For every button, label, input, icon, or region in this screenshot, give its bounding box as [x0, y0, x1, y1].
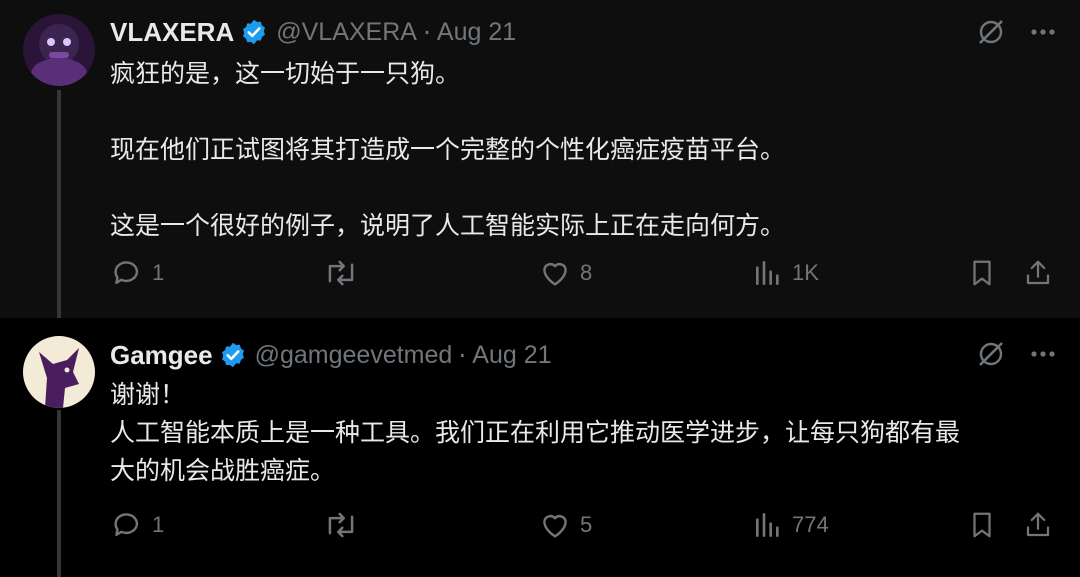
handle[interactable]: @VLAXERA: [276, 18, 417, 47]
handle[interactable]: @gamgeevetmed: [255, 341, 453, 370]
grok-icon[interactable]: [976, 17, 1006, 47]
tweet-text: 疯狂的是，这一切始于一只狗。 现在他们正试图将其打造成一个完整的个性化癌症疫苗平…: [110, 59, 786, 240]
bookmark-button[interactable]: [967, 256, 997, 290]
views-button[interactable]: 774: [752, 508, 829, 542]
like-button[interactable]: 8: [538, 256, 592, 290]
tweet-actions: 1 5 774: [110, 508, 1060, 548]
views-button[interactable]: 1K: [752, 256, 819, 290]
more-icon[interactable]: [1028, 339, 1058, 369]
reply-button[interactable]: 1: [110, 508, 164, 542]
bookmark-icon: [967, 256, 997, 290]
timestamp[interactable]: Aug 21: [472, 341, 551, 370]
like-count: 8: [580, 260, 593, 285]
like-count: 5: [580, 512, 593, 537]
views-icon: [752, 256, 784, 290]
display-name[interactable]: Gamgee: [110, 340, 213, 371]
more-icon[interactable]: [1028, 17, 1058, 47]
avatar-gamgee[interactable]: [23, 336, 95, 408]
display-name[interactable]: VLAXERA: [110, 17, 234, 48]
retweet-button[interactable]: [323, 508, 359, 542]
reply-button[interactable]: 1: [110, 256, 164, 290]
separator: ·: [458, 340, 467, 370]
verified-badge-icon: [219, 341, 247, 369]
reply-count: 1: [152, 512, 165, 537]
retweet-icon: [323, 256, 359, 290]
bookmark-icon: [967, 508, 997, 542]
views-icon: [752, 508, 784, 542]
timestamp[interactable]: Aug 21: [437, 18, 516, 47]
share-button[interactable]: [1023, 256, 1053, 290]
views-count: 1K: [792, 260, 819, 285]
grok-icon[interactable]: [976, 339, 1006, 369]
thread-line: [57, 410, 61, 577]
reply-icon: [110, 256, 144, 290]
bookmark-button[interactable]: [967, 508, 997, 542]
tweet-header: VLAXERA @VLAXERA · Aug 21: [110, 14, 516, 50]
avatar-vlaxera[interactable]: [23, 14, 95, 86]
share-button[interactable]: [1023, 508, 1053, 542]
retweet-icon: [323, 508, 359, 542]
views-count: 774: [792, 512, 829, 537]
share-icon: [1023, 256, 1053, 290]
like-icon: [538, 508, 572, 542]
tweet-actions: 1 8 1K: [110, 256, 1060, 296]
verified-badge-icon: [240, 18, 268, 46]
retweet-button[interactable]: [323, 256, 359, 290]
reply-icon: [110, 508, 144, 542]
like-button[interactable]: 5: [538, 508, 592, 542]
separator: ·: [422, 17, 431, 47]
thread-line: [57, 90, 61, 318]
tweet-header: Gamgee @gamgeevetmed · Aug 21: [110, 337, 552, 373]
tweet-top-actions: [976, 339, 1058, 369]
like-icon: [538, 256, 572, 290]
share-icon: [1023, 508, 1053, 542]
tweet-top-actions: [976, 17, 1058, 47]
reply-count: 1: [152, 260, 165, 285]
tweet-text: 谢谢！ 人工智能本质上是一种工具。我们正在利用它推动医学进步，让每只狗都有最 大…: [110, 380, 961, 485]
